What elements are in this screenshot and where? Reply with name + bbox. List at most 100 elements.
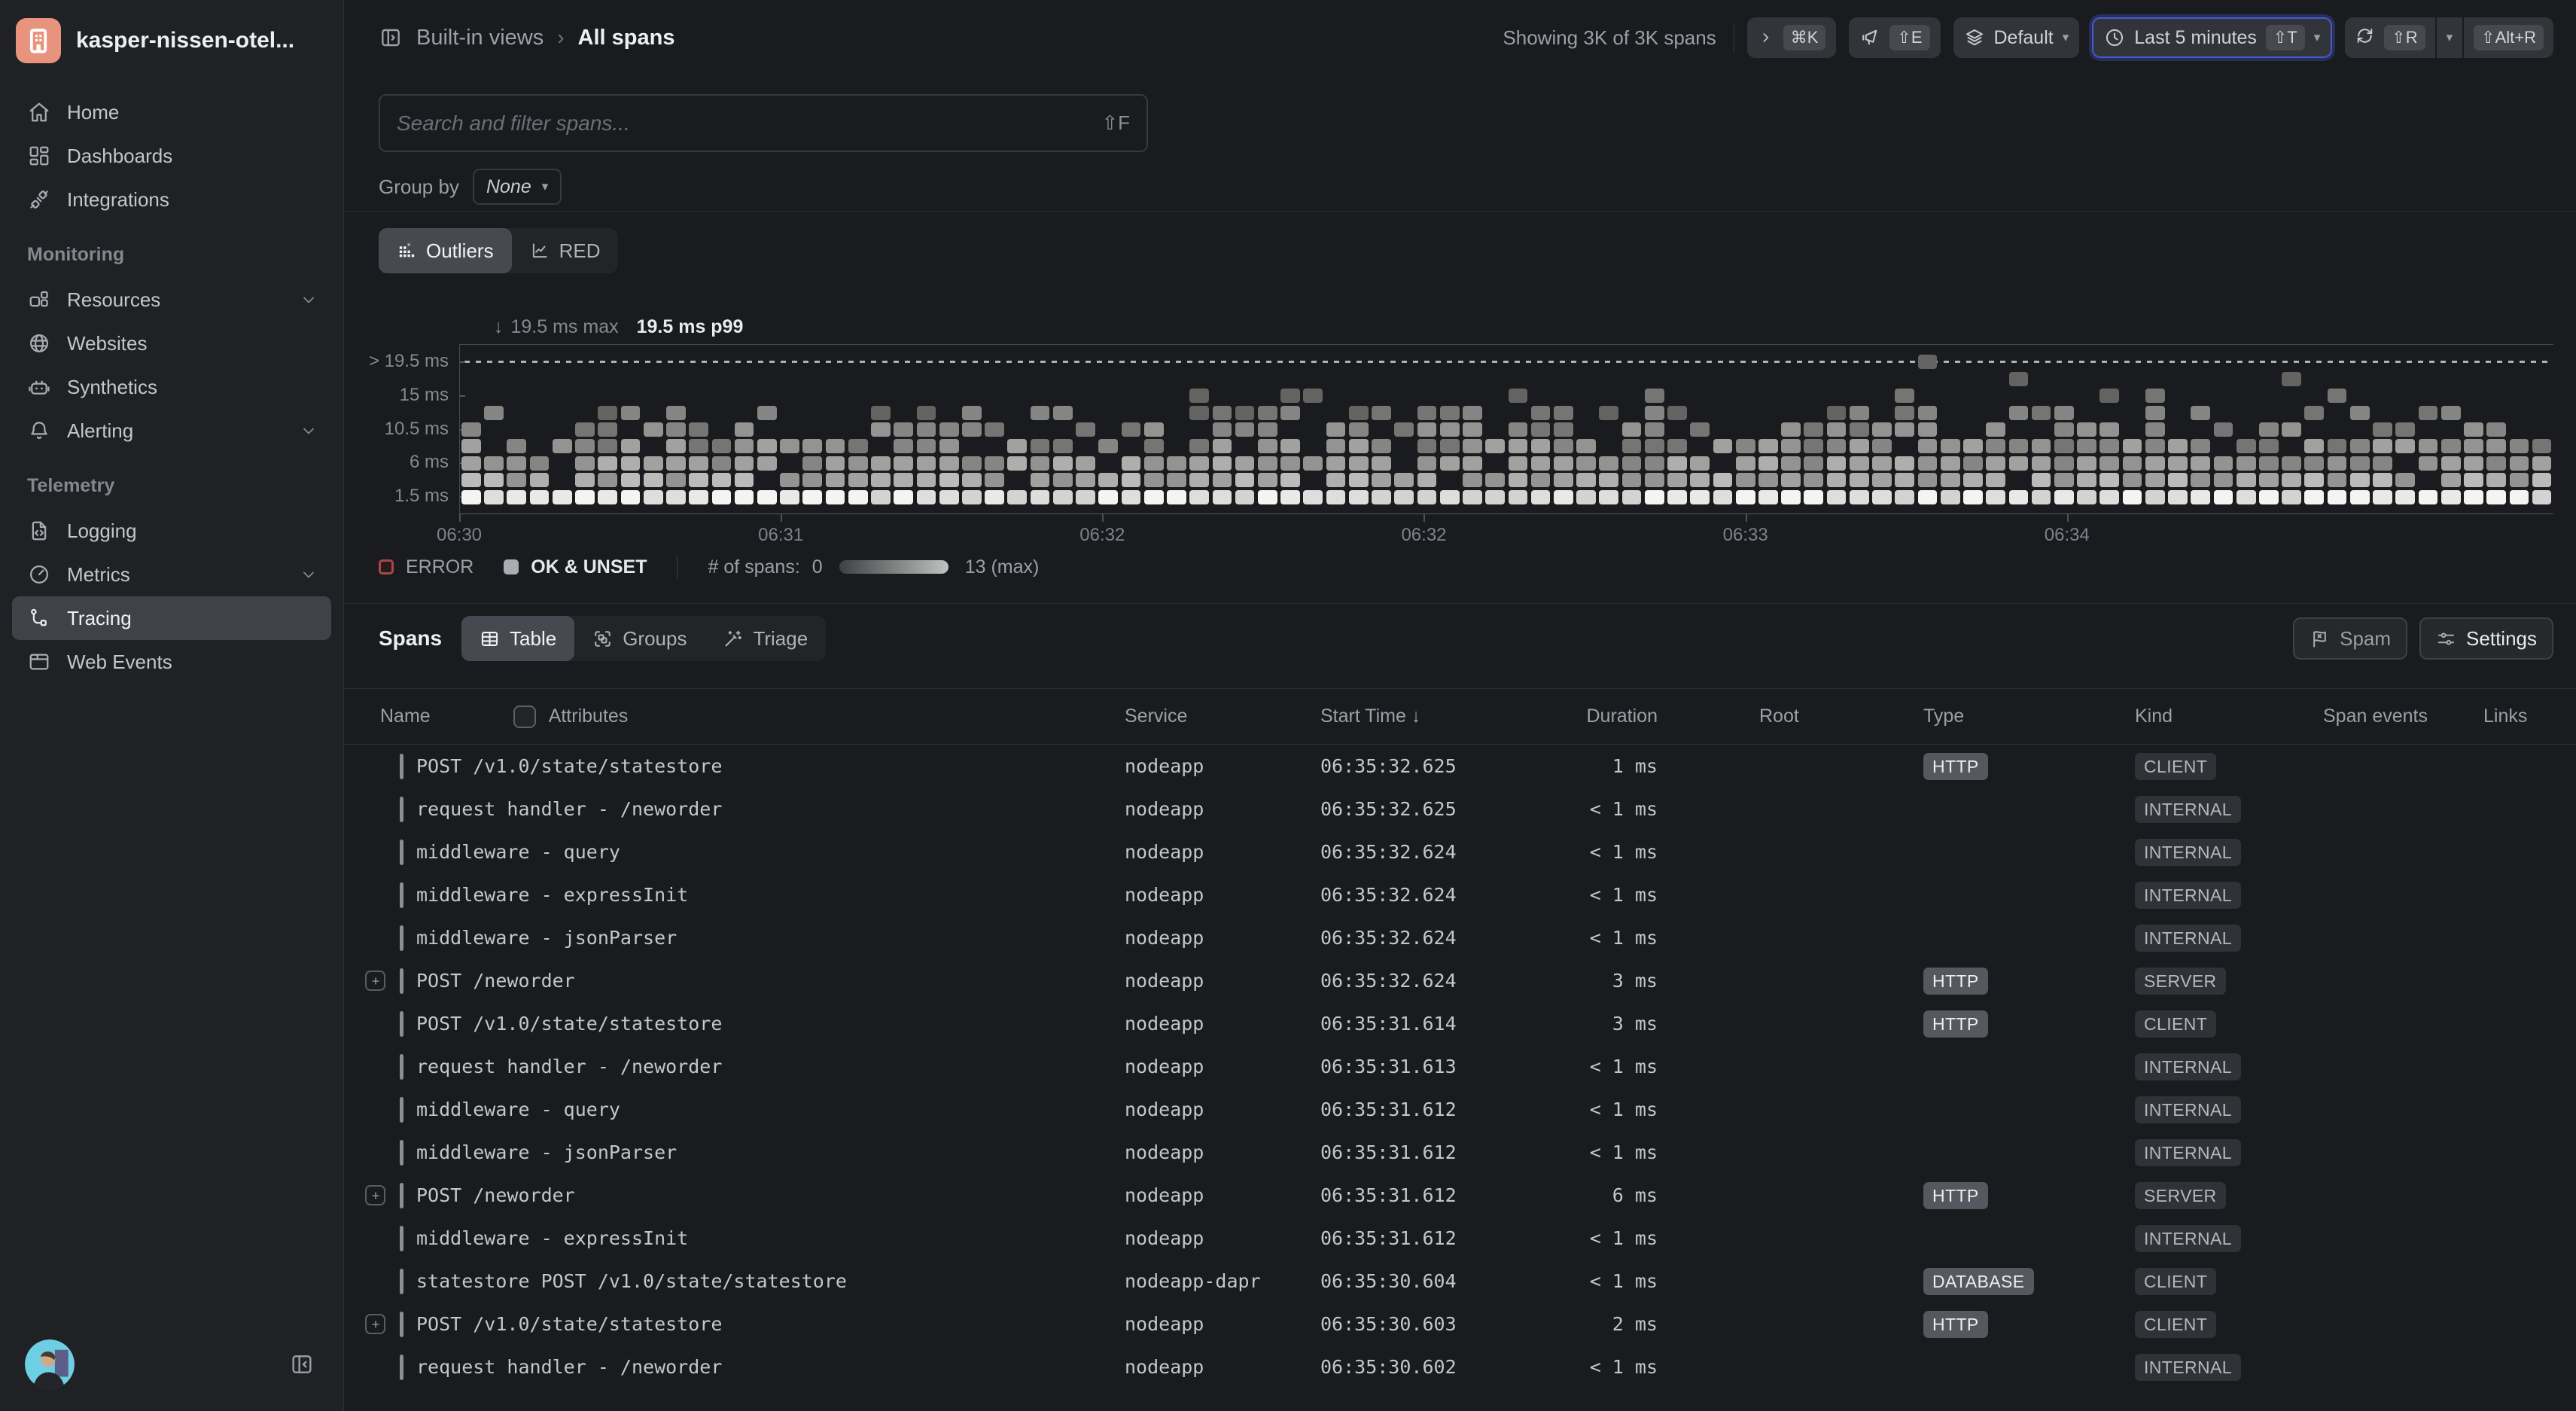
heatmap-cell xyxy=(2373,456,2392,471)
span-service: nodeapp xyxy=(1125,1313,1320,1335)
table-row[interactable]: POST /v1.0/state/statestorenodeapp06:35:… xyxy=(344,1002,2576,1045)
user-avatar[interactable] xyxy=(25,1339,75,1389)
heatmap-cell xyxy=(1189,406,1209,420)
sidebar-item-websites[interactable]: Websites xyxy=(12,322,331,365)
heatmap-cell xyxy=(1781,456,1801,471)
sidebar-item-home[interactable]: Home xyxy=(12,90,331,134)
table-row[interactable]: middleware - expressInitnodeapp06:35:31.… xyxy=(344,1217,2576,1260)
table-row[interactable]: request handler - /newordernodeapp06:35:… xyxy=(344,1345,2576,1388)
table-row[interactable]: statestore POST /v1.0/state/statestoreno… xyxy=(344,1260,2576,1303)
heatmap-cell xyxy=(2373,490,2392,504)
sidebar-item-label: Logging xyxy=(67,520,137,543)
table-row[interactable]: middleware - jsonParsernodeapp06:35:32.6… xyxy=(344,916,2576,959)
search-input[interactable] xyxy=(397,111,1091,136)
heatmap-cell xyxy=(1326,439,1346,453)
refresh-options-button[interactable]: ▾ xyxy=(2437,17,2463,58)
table-row[interactable]: request handler - /newordernodeapp06:35:… xyxy=(344,788,2576,830)
sidebar-item-tracing[interactable]: Tracing xyxy=(12,596,331,640)
col-service[interactable]: Service xyxy=(1125,706,1320,727)
col-attributes[interactable]: Attributes xyxy=(549,706,629,727)
table-row[interactable]: middleware - expressInitnodeapp06:35:32.… xyxy=(344,873,2576,916)
span-name: middleware - jsonParser xyxy=(416,1141,677,1163)
expand-row-button[interactable] xyxy=(365,1185,385,1205)
col-duration[interactable]: Duration xyxy=(1501,706,1658,727)
heatmap-cell xyxy=(1349,456,1369,471)
heatmap-cell xyxy=(1986,490,2005,504)
heatmap-cell xyxy=(1485,439,1505,453)
table-row[interactable]: middleware - jsonParsernodeapp06:35:31.6… xyxy=(344,1131,2576,1174)
collapse-sidebar-button[interactable] xyxy=(290,1352,314,1376)
heatmap-cell xyxy=(1144,456,1164,471)
heatmap-cell xyxy=(1235,406,1255,420)
sidebar-item-resources[interactable]: Resources xyxy=(12,278,331,322)
heatmap-cell xyxy=(1713,439,1733,453)
y-tick-label: > 19.5 ms xyxy=(369,351,449,372)
tab-outliers[interactable]: Outliers xyxy=(379,228,512,273)
col-root[interactable]: Root xyxy=(1658,706,1923,727)
sidebar-item-synthetics[interactable]: Synthetics xyxy=(12,365,331,409)
refresh-button[interactable]: ⇧R xyxy=(2345,17,2434,58)
heatmap-cell xyxy=(1827,422,1847,437)
table-row[interactable]: POST /newordernodeapp06:35:31.6126 msHTT… xyxy=(344,1174,2576,1217)
breadcrumb-section[interactable]: Built-in views xyxy=(416,26,544,50)
chevron-down-icon[interactable] xyxy=(300,565,318,584)
col-start-time[interactable]: Start Time ↓ xyxy=(1320,706,1501,727)
heatmap-cell xyxy=(1895,456,1914,471)
sidebar-item-dashboards[interactable]: Dashboards xyxy=(12,134,331,178)
spam-button[interactable]: Spam xyxy=(2293,617,2407,660)
heatmap-cell xyxy=(2395,439,2415,453)
heatmap-plot[interactable] xyxy=(459,344,2553,514)
table-row[interactable]: middleware - querynodeapp06:35:32.624< 1… xyxy=(344,830,2576,873)
table-row[interactable]: middleware - querynodeapp06:35:31.612< 1… xyxy=(344,1088,2576,1131)
tab-table[interactable]: Table xyxy=(461,616,574,661)
view-selector-button[interactable]: Default ▾ xyxy=(1953,17,2080,58)
span-start-time: 06:35:32.624 xyxy=(1320,884,1501,906)
command-palette-button[interactable]: ⌘K xyxy=(1747,17,1837,58)
heatmap-cell xyxy=(1372,456,1391,471)
y-tick-label: 15 ms xyxy=(400,385,449,406)
tab-red[interactable]: RED xyxy=(512,228,619,273)
expand-row-button[interactable] xyxy=(365,971,385,991)
x-tick-mark xyxy=(1102,514,1104,522)
heatmap-cell xyxy=(1554,439,1573,453)
tab-triage[interactable]: Triage xyxy=(705,616,826,661)
heatmap-cell xyxy=(2350,439,2370,453)
app-window: kasper-nissen-otel... HomeDashboardsInte… xyxy=(0,0,2576,1411)
x-tick-label: 06:33 xyxy=(1723,525,1768,546)
table-row[interactable]: POST /newordernodeapp06:35:32.6243 msHTT… xyxy=(344,959,2576,1002)
col-name[interactable]: Name xyxy=(380,706,431,727)
heatmap-cell xyxy=(757,490,777,504)
sidebar-item-integrations[interactable]: Integrations xyxy=(12,178,331,221)
heatmap-cell xyxy=(1872,456,1892,471)
tab-groups[interactable]: Groups xyxy=(574,616,705,661)
table-row[interactable]: POST /v1.0/state/statestorenodeapp06:35:… xyxy=(344,1303,2576,1345)
span-duration: < 1 ms xyxy=(1501,1141,1658,1163)
attributes-checkbox[interactable] xyxy=(513,706,536,728)
workspace-switcher[interactable]: kasper-nissen-otel... xyxy=(0,0,343,71)
sidebar-item-logging[interactable]: Logging xyxy=(12,509,331,553)
chevron-down-icon[interactable] xyxy=(300,291,318,309)
auto-refresh-button[interactable]: ⇧Alt+R xyxy=(2464,17,2553,58)
announcements-button[interactable]: ⇧E xyxy=(1849,17,1940,58)
sidebar-item-web-events[interactable]: Web Events xyxy=(12,640,331,684)
heatmap-cell xyxy=(461,422,481,437)
chevron-down-icon[interactable] xyxy=(300,422,318,440)
spans-view-tabs: TableGroupsTriage xyxy=(461,616,826,661)
expand-row-button[interactable] xyxy=(365,1314,385,1334)
col-kind[interactable]: Kind xyxy=(2135,706,2323,727)
table-row[interactable]: request handler - /newordernodeapp06:35:… xyxy=(344,1045,2576,1088)
group-by-select[interactable]: None ▾ xyxy=(473,169,562,205)
sidebar-item-metrics[interactable]: Metrics xyxy=(12,553,331,596)
search-box[interactable]: ⇧F xyxy=(379,94,1148,152)
col-links[interactable]: Links xyxy=(2483,706,2576,727)
heatmap-cell xyxy=(2054,406,2074,420)
time-range-button[interactable]: Last 5 minutes ⇧T ▾ xyxy=(2092,17,2332,58)
span-duration: 1 ms xyxy=(1501,755,1658,777)
table-row[interactable]: POST /v1.0/state/statestorenodeapp06:35:… xyxy=(344,745,2576,788)
span-duration: < 1 ms xyxy=(1501,798,1658,820)
col-span-events[interactable]: Span events xyxy=(2323,706,2483,727)
settings-button[interactable]: Settings xyxy=(2419,617,2553,660)
sidebar-item-alerting[interactable]: Alerting xyxy=(12,409,331,453)
col-type[interactable]: Type xyxy=(1923,706,2135,727)
view-panel-icon[interactable] xyxy=(379,26,403,50)
